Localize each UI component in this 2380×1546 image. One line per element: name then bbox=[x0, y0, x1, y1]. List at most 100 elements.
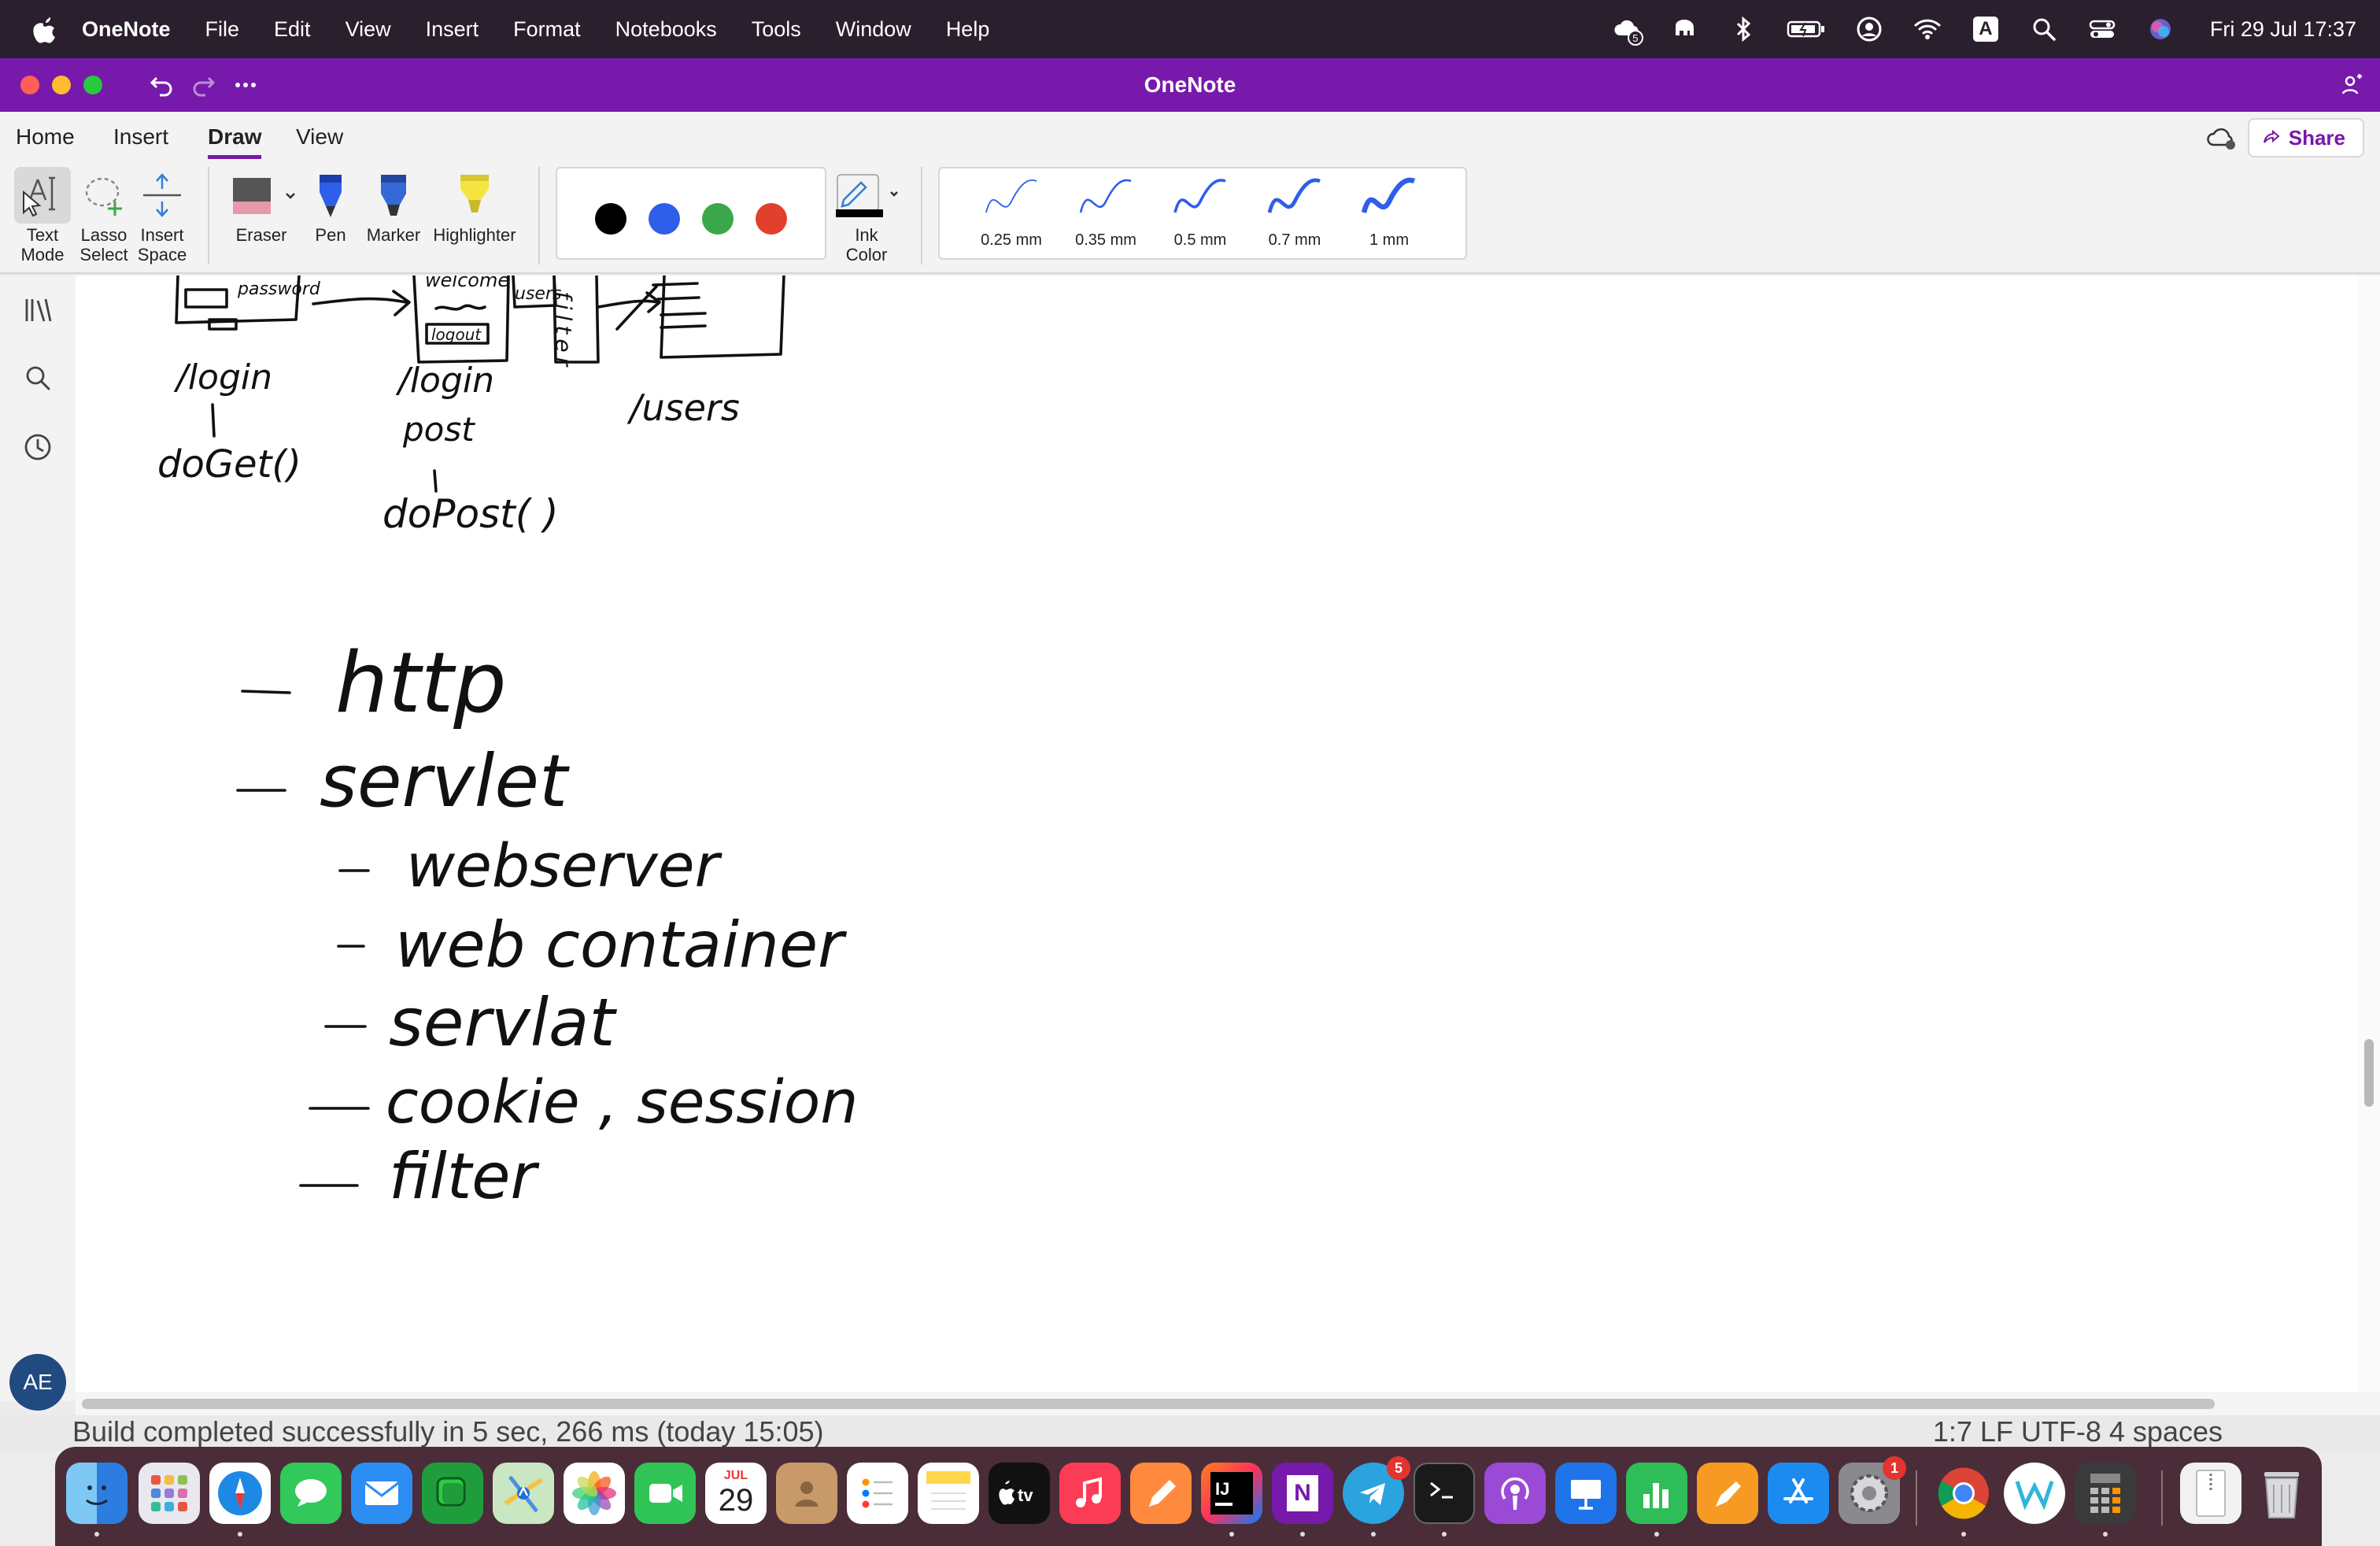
dock-w-app-icon[interactable] bbox=[2004, 1463, 2065, 1524]
eraser-icon bbox=[225, 167, 298, 224]
bluetooth-icon[interactable] bbox=[1728, 14, 1758, 44]
creative-cloud-icon[interactable]: 5 bbox=[1612, 14, 1643, 46]
running-indicator bbox=[1961, 1532, 1966, 1537]
dock-numbers-icon[interactable] bbox=[1626, 1463, 1687, 1524]
dock-music-icon[interactable] bbox=[1059, 1463, 1121, 1524]
text-mode-button[interactable]: Text Mode bbox=[14, 167, 71, 264]
ink-topic-servlat: servlat bbox=[389, 984, 618, 1061]
dock-separator bbox=[2161, 1470, 2163, 1526]
handwritten-ink[interactable]: password welcome logout users filter /lo… bbox=[76, 276, 2358, 1392]
dock-reminders-icon[interactable] bbox=[847, 1463, 908, 1524]
dock-pages-doc-icon[interactable] bbox=[1697, 1463, 1758, 1524]
tab-draw[interactable]: Draw bbox=[208, 120, 262, 159]
ink-color-icon bbox=[831, 167, 902, 224]
menu-window[interactable]: Window bbox=[836, 17, 911, 42]
dock-launchpad-icon[interactable] bbox=[139, 1463, 200, 1524]
dock-archive-icon[interactable] bbox=[2180, 1463, 2241, 1524]
dock-contacts-icon[interactable] bbox=[776, 1463, 837, 1524]
dock-appstore-icon[interactable] bbox=[1768, 1463, 1829, 1524]
share-button[interactable]: Share bbox=[2247, 118, 2364, 157]
insert-space-button[interactable]: Insert Space bbox=[134, 167, 190, 264]
battery-icon[interactable] bbox=[1787, 14, 1826, 44]
ink-welcome-scribble bbox=[434, 304, 486, 311]
lasso-select-button[interactable]: Lasso Select bbox=[76, 167, 132, 264]
thickness-035-option[interactable]: 0.35 mm bbox=[1062, 173, 1149, 250]
dock-calendar-icon[interactable]: JUL 29 bbox=[705, 1463, 767, 1524]
tab-home[interactable]: Home bbox=[16, 120, 75, 159]
dock-pages-icon[interactable] bbox=[1130, 1463, 1192, 1524]
thickness-label: 1 mm bbox=[1369, 231, 1409, 249]
dock-photos-icon[interactable] bbox=[564, 1463, 625, 1524]
dock-messages-icon[interactable] bbox=[280, 1463, 342, 1524]
ink-color-button[interactable]: Ink Color bbox=[831, 167, 902, 264]
menu-notebooks[interactable]: Notebooks bbox=[615, 17, 717, 42]
running-indicator bbox=[238, 1532, 242, 1537]
menu-edit[interactable]: Edit bbox=[274, 17, 311, 42]
dock-intellij-icon[interactable]: IJ bbox=[1201, 1463, 1262, 1524]
note-canvas[interactable]: password welcome logout users filter /lo… bbox=[76, 276, 2358, 1392]
account-switch-icon[interactable] bbox=[2338, 69, 2369, 101]
menu-tools[interactable]: Tools bbox=[752, 17, 801, 42]
dock-trash-icon[interactable] bbox=[2251, 1463, 2312, 1524]
thickness-025-option[interactable]: 0.25 mm bbox=[968, 173, 1055, 250]
clock[interactable]: Fri 29 Jul 17:37 bbox=[2210, 17, 2356, 42]
thickness-07-option[interactable]: 0.7 mm bbox=[1251, 173, 1338, 250]
dock-facetime-icon[interactable] bbox=[422, 1463, 483, 1524]
search-icon[interactable] bbox=[19, 359, 57, 397]
highlighter-button[interactable]: Highlighter bbox=[428, 167, 521, 245]
tab-insert[interactable]: Insert bbox=[113, 120, 168, 159]
color-red-swatch[interactable] bbox=[756, 203, 787, 235]
dock-mail-icon[interactable] bbox=[351, 1463, 412, 1524]
ink-topic-filter: filter bbox=[389, 1140, 540, 1213]
apple-menu-icon[interactable] bbox=[30, 13, 57, 45]
wifi-icon[interactable] bbox=[1913, 14, 1942, 44]
dock-calculator-icon[interactable] bbox=[2075, 1463, 2136, 1524]
notebooks-icon[interactable] bbox=[19, 291, 57, 329]
color-black-swatch[interactable] bbox=[595, 203, 626, 235]
dock-system-preferences-icon[interactable]: 1 bbox=[1839, 1456, 1906, 1524]
color-blue-swatch[interactable] bbox=[649, 203, 680, 235]
menu-format[interactable]: Format bbox=[513, 17, 581, 42]
dock-chrome-icon[interactable] bbox=[1933, 1463, 1994, 1524]
dock-tv-icon[interactable]: tv bbox=[989, 1463, 1050, 1524]
input-source-icon[interactable]: A bbox=[1971, 14, 2001, 44]
menu-view[interactable]: View bbox=[346, 17, 391, 42]
color-green-swatch[interactable] bbox=[702, 203, 734, 235]
dock-terminal-icon[interactable] bbox=[1414, 1463, 1475, 1524]
dock-maps-icon[interactable] bbox=[493, 1463, 554, 1524]
thickness-05-option[interactable]: 0.5 mm bbox=[1157, 173, 1244, 250]
recent-history-icon[interactable] bbox=[19, 428, 57, 466]
tab-view[interactable]: View bbox=[296, 120, 343, 159]
vertical-scroll-thumb[interactable] bbox=[2364, 1039, 2374, 1107]
dock-keynote-icon[interactable] bbox=[1555, 1463, 1617, 1524]
spotlight-search-icon[interactable] bbox=[2029, 14, 2059, 44]
ink-color-label: Ink Color bbox=[845, 225, 888, 264]
dock-safari-icon[interactable] bbox=[209, 1463, 271, 1524]
dock-finder-icon[interactable] bbox=[66, 1463, 128, 1524]
marker-icon bbox=[365, 167, 422, 224]
thickness-1-option[interactable]: 1 mm bbox=[1346, 173, 1432, 250]
pen-button[interactable]: Pen bbox=[302, 167, 359, 245]
horizontal-scroll-thumb[interactable] bbox=[82, 1399, 2215, 1409]
dock-notes-icon[interactable] bbox=[918, 1463, 979, 1524]
menu-insert[interactable]: Insert bbox=[426, 17, 479, 42]
ink-connector bbox=[433, 469, 438, 493]
dock-podcasts-icon[interactable] bbox=[1484, 1463, 1546, 1524]
app-menu[interactable]: OneNote bbox=[82, 17, 171, 42]
siri-icon[interactable] bbox=[2145, 14, 2175, 44]
horizontal-scrollbar[interactable] bbox=[76, 1392, 2380, 1415]
ink-arrow bbox=[312, 290, 411, 316]
elephant-icon[interactable] bbox=[1670, 14, 1700, 44]
vertical-scrollbar[interactable] bbox=[2358, 276, 2380, 1392]
menu-help[interactable]: Help bbox=[946, 17, 990, 42]
eraser-button[interactable]: Eraser bbox=[225, 167, 298, 245]
menu-file[interactable]: File bbox=[205, 17, 240, 42]
dock-telegram-icon[interactable]: 5 bbox=[1343, 1456, 1410, 1524]
user-account-icon[interactable] bbox=[1854, 14, 1884, 44]
dock-onenote-icon[interactable]: N bbox=[1272, 1463, 1333, 1524]
avatar[interactable]: AE bbox=[9, 1354, 66, 1411]
dock-facetime-video-icon[interactable] bbox=[634, 1463, 696, 1524]
control-center-icon[interactable] bbox=[2087, 14, 2117, 44]
sync-status-icon[interactable] bbox=[2205, 123, 2240, 154]
marker-button[interactable]: Marker bbox=[364, 167, 423, 245]
